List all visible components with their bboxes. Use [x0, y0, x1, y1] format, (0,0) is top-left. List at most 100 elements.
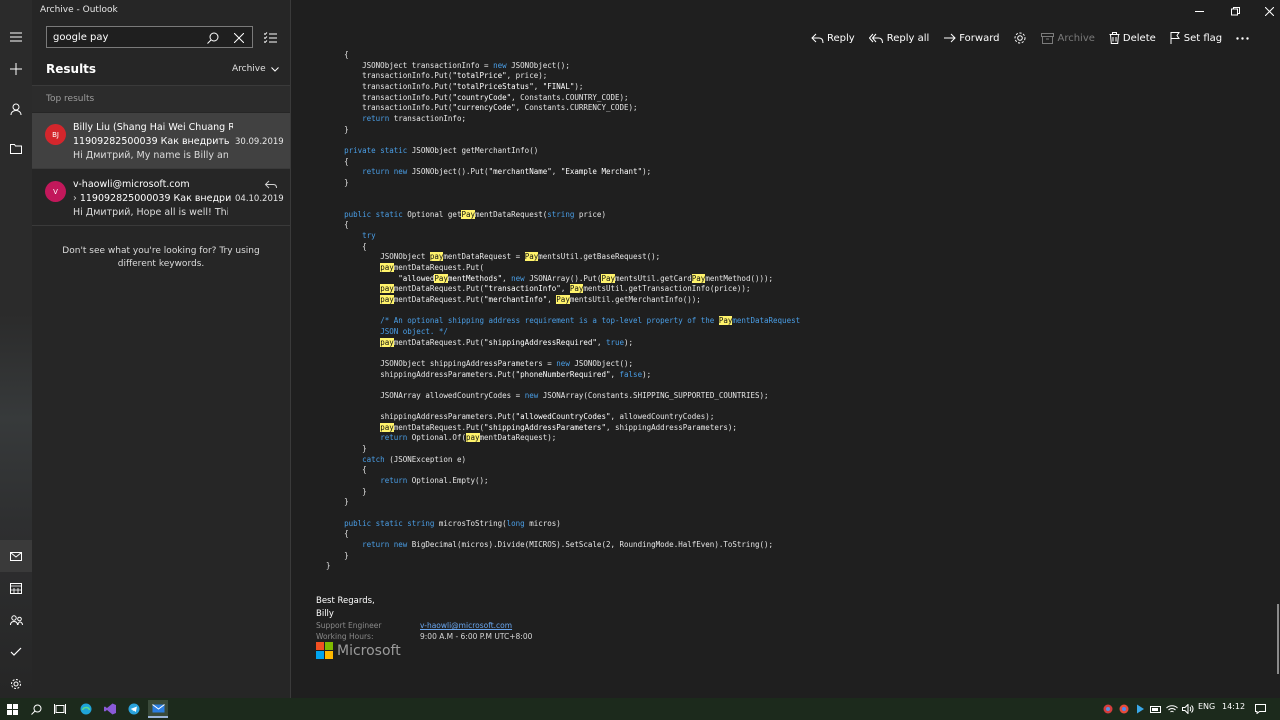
code-token: , Constants.CURRENCY_CODE);: [515, 103, 638, 113]
todo-icon[interactable]: [0, 636, 32, 668]
signature-email-link[interactable]: v-haowli@microsoft.com: [420, 621, 512, 630]
filter-icon[interactable]: [261, 28, 279, 46]
archive-button[interactable]: Archive: [1041, 32, 1095, 44]
scrollbar[interactable]: [1277, 604, 1279, 674]
message-item[interactable]: BJ Billy Liu (Shang Hai Wei Chuang Ruan …: [32, 113, 290, 169]
code-token: string: [407, 518, 435, 528]
avatar: V: [45, 181, 66, 202]
code-token: );: [624, 337, 634, 347]
person-icon[interactable]: [0, 93, 32, 125]
code-line: JSONArray allowedCountryCodes = new JSON…: [326, 390, 768, 401]
code-line: "allowedPaymentMethods", new JSONArray()…: [326, 273, 774, 284]
search-highlight: pay: [380, 422, 394, 432]
message-preview: Hi Дмитрий, My name is Billy and I am: [73, 150, 228, 161]
code-token: JSON object. */: [380, 326, 448, 336]
code-token: static: [375, 209, 403, 219]
code-token: mentsUtil.getTransactionInfo(price));: [583, 284, 751, 294]
code-token: ,: [551, 167, 561, 177]
code-line: paymentDataRequest.Put("merchantInfo", P…: [326, 294, 701, 305]
code-token: "shippingAddressRequired": [484, 337, 597, 347]
folder-icon[interactable]: [0, 133, 32, 165]
code-token: mentMethod()));: [705, 273, 774, 283]
trash-icon: [1109, 32, 1120, 44]
code-line: {: [326, 220, 349, 230]
close-window-icon[interactable]: [1261, 5, 1277, 17]
signature-role: Support Engineer: [316, 621, 382, 630]
delete-button[interactable]: Delete: [1109, 32, 1156, 44]
code-line: }: [326, 487, 367, 497]
code-token: private: [344, 145, 376, 155]
message-subject-text: 119092825000039 Как внедрить oplata: [79, 193, 231, 204]
code-token: );: [642, 369, 652, 379]
taskbar-search-icon[interactable]: [26, 700, 46, 718]
search-highlight: pay: [429, 252, 444, 262]
code-token: , shippingAddressParameters);: [605, 422, 737, 432]
search-highlight: Pay: [691, 273, 706, 283]
people-icon[interactable]: [0, 604, 32, 636]
code-line: /* An optional shipping address requirem…: [326, 316, 800, 326]
code-line: return transactionInfo;: [326, 114, 466, 124]
windows-start-icon[interactable]: [2, 700, 22, 718]
section-label: Top results: [46, 94, 95, 104]
code-token: mentDataRequest.Put(: [393, 294, 485, 304]
code-token: }: [344, 177, 349, 187]
reply-all-button[interactable]: Reply all: [868, 33, 929, 44]
code-line: return Optional.Of(paymentDataRequest);: [326, 433, 556, 443]
code-token: mentDataRequest.Put(: [393, 284, 485, 294]
code-line: return new JSONObject().Put("merchantNam…: [326, 167, 651, 177]
code-token: "phoneNumberRequired": [515, 369, 611, 379]
code-token: JSONArray allowedCountryCodes =: [380, 390, 525, 400]
folder-dropdown[interactable]: Archive: [232, 64, 279, 74]
code-token: "Example Merchant": [560, 167, 643, 177]
reply-button[interactable]: Reply: [811, 33, 855, 44]
code-token: new: [556, 358, 570, 368]
code-line: JSONObject transactionInfo = new JSONObj…: [326, 61, 570, 71]
volume-icon[interactable]: [1178, 700, 1198, 718]
notifications-icon[interactable]: [1250, 700, 1270, 718]
code-token: new: [524, 390, 539, 400]
code-token: /* An optional shipping address requirem…: [380, 316, 719, 326]
edge-browser-icon[interactable]: [76, 700, 96, 718]
mail-app-taskbar-icon[interactable]: [148, 700, 168, 718]
search-icon[interactable]: [204, 29, 222, 47]
reply-icon: [811, 33, 824, 43]
code-token: true: [605, 337, 625, 347]
calendar-icon[interactable]: [0, 572, 32, 604]
forward-button[interactable]: Forward: [943, 33, 999, 44]
search-input[interactable]: [53, 30, 203, 45]
clear-search-icon[interactable]: [230, 29, 248, 47]
message-item[interactable]: V v-haowli@microsoft.com › 1190928250000…: [32, 170, 290, 226]
settings-icon[interactable]: [0, 668, 32, 700]
code-token: return: [362, 539, 390, 549]
settings-button[interactable]: [1013, 31, 1027, 45]
hamburger-icon[interactable]: [0, 21, 32, 53]
code-line: JSONObject shippingAddressParameters = n…: [326, 359, 633, 369]
code-token: transactionInfo;: [389, 113, 466, 123]
more-actions-button[interactable]: [1236, 36, 1249, 40]
code-token: {: [344, 156, 349, 166]
visual-studio-icon[interactable]: [100, 700, 120, 718]
mail-icon[interactable]: [0, 540, 32, 572]
chevron-right-icon[interactable]: ›: [73, 193, 80, 204]
search-highlight: Pay: [569, 284, 584, 294]
task-view-icon[interactable]: [50, 700, 70, 718]
minimize-icon[interactable]: [1191, 5, 1207, 17]
code-line: paymentDataRequest.Put("transactionInfo"…: [326, 284, 750, 294]
code-token: }: [362, 486, 367, 496]
search-highlight: Pay: [718, 316, 733, 326]
clock[interactable]: 14:12: [1222, 702, 1245, 711]
new-mail-plus-icon[interactable]: [0, 53, 32, 85]
signature-name: Billy: [316, 609, 334, 619]
code-token: micros): [524, 518, 561, 528]
code-line: private static JSONObject getMerchantInf…: [326, 146, 538, 156]
code-token: catch: [362, 454, 385, 464]
gear-icon: [1014, 32, 1026, 44]
restore-icon[interactable]: [1227, 5, 1243, 17]
code-token: ,: [596, 337, 606, 347]
message-from: Billy Liu (Shang Hai Wei Chuang Ruan Jia…: [73, 122, 233, 133]
telegram-icon[interactable]: [124, 700, 144, 718]
code-token: price): [574, 209, 606, 219]
code-token: return: [380, 476, 408, 485]
set-flag-button[interactable]: Set flag: [1170, 32, 1222, 44]
input-language[interactable]: ENG: [1198, 702, 1215, 711]
